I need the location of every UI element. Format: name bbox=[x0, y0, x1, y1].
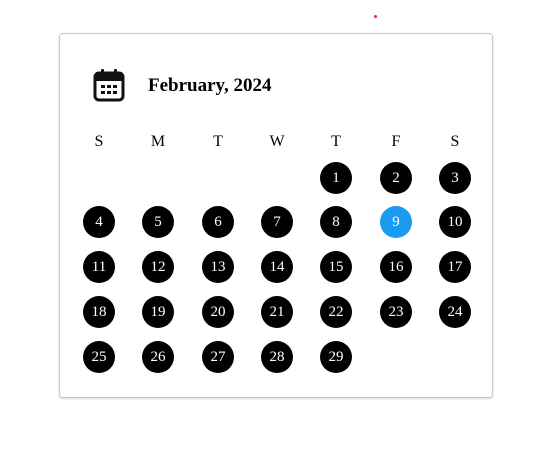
day-cell[interactable]: 1 bbox=[320, 162, 352, 194]
day-cell[interactable]: 28 bbox=[261, 341, 293, 373]
weekday-label: S bbox=[450, 133, 460, 150]
day-cell[interactable]: 2 bbox=[380, 162, 412, 194]
day-cell[interactable]: 10 bbox=[439, 206, 471, 238]
calendar-header: February, 2024 bbox=[93, 67, 272, 103]
day-cell[interactable]: 14 bbox=[261, 251, 293, 283]
day-cell[interactable]: 7 bbox=[261, 206, 293, 238]
day-cell[interactable]: 26 bbox=[142, 341, 174, 373]
day-cell[interactable]: 4 bbox=[83, 206, 115, 238]
day-cell[interactable]: 15 bbox=[320, 251, 352, 283]
day-cell[interactable]: 22 bbox=[320, 296, 352, 328]
weekday-label: M bbox=[150, 133, 166, 150]
day-cell[interactable]: 29 bbox=[320, 341, 352, 373]
month-title: February, 2024 bbox=[148, 74, 272, 96]
day-cell[interactable]: 6 bbox=[202, 206, 234, 238]
day-cell[interactable]: 23 bbox=[380, 296, 412, 328]
day-cell[interactable]: 24 bbox=[439, 296, 471, 328]
day-cell[interactable]: 18 bbox=[83, 296, 115, 328]
day-selected[interactable]: 9 bbox=[380, 206, 412, 238]
day-cell[interactable]: 19 bbox=[142, 296, 174, 328]
day-cell[interactable]: 3 bbox=[439, 162, 471, 194]
day-cell[interactable]: 13 bbox=[202, 251, 234, 283]
weekday-label: T bbox=[213, 133, 223, 150]
day-cell[interactable]: 11 bbox=[83, 251, 115, 283]
weekday-label: T bbox=[331, 133, 341, 150]
weekday-label: W bbox=[269, 133, 285, 150]
calendar-icon bbox=[93, 68, 125, 102]
calendar-card: February, 2024 SMTWTFS 1 2 3 4 5 6 7 8 9 10 11 12 13… bbox=[59, 33, 493, 398]
day-cell[interactable]: 17 bbox=[439, 251, 471, 283]
day-cell[interactable]: 25 bbox=[83, 341, 115, 373]
day-cell[interactable]: 21 bbox=[261, 296, 293, 328]
weekday-label: S bbox=[94, 133, 104, 150]
red-dot bbox=[374, 15, 377, 18]
day-cell[interactable]: 27 bbox=[202, 341, 234, 373]
weekday-label: F bbox=[391, 133, 401, 150]
day-cell[interactable]: 5 bbox=[142, 206, 174, 238]
day-cell[interactable]: 16 bbox=[380, 251, 412, 283]
day-cell[interactable]: 8 bbox=[320, 206, 352, 238]
day-cell[interactable]: 12 bbox=[142, 251, 174, 283]
day-cell[interactable]: 20 bbox=[202, 296, 234, 328]
